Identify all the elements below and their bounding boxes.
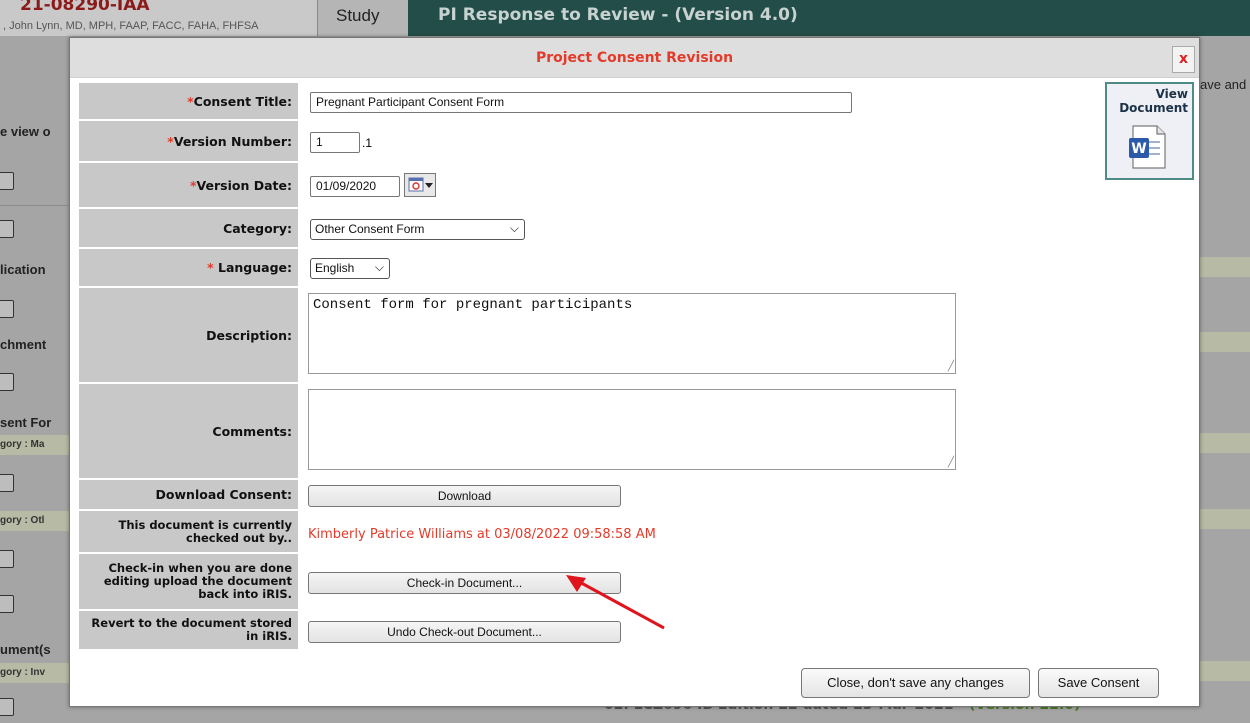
chevron-down-icon: ⌵ bbox=[374, 260, 384, 274]
page-header: PI Response to Review - (Version 4.0) bbox=[408, 0, 1250, 36]
close-without-saving-button[interactable]: Close, don't save any changes bbox=[801, 668, 1030, 698]
study-tab[interactable]: Study bbox=[318, 0, 408, 36]
category-selected: Other Consent Form bbox=[315, 222, 425, 236]
row-description: Description: Consent form for pregnant p… bbox=[79, 288, 1104, 384]
row-language: * Language: English ⌵ bbox=[79, 249, 1104, 288]
band bbox=[1200, 509, 1250, 529]
description-label: Description: bbox=[79, 288, 298, 384]
band bbox=[1200, 257, 1250, 277]
side-sublabel: gory : Ma bbox=[0, 439, 45, 450]
category-label: Category: bbox=[79, 209, 298, 249]
row-version-date: * Version Date: 01/09/2020 bbox=[79, 163, 1104, 209]
band bbox=[1200, 661, 1250, 681]
band bbox=[1200, 332, 1250, 352]
row-checkbox[interactable] bbox=[0, 373, 14, 391]
row-checkbox[interactable] bbox=[0, 220, 14, 238]
description-textarea[interactable]: Consent form for pregnant participants ╱ bbox=[308, 293, 956, 374]
dialog-title: Project Consent Revision bbox=[535, 50, 734, 66]
resize-grip-icon[interactable]: ╱ bbox=[948, 361, 954, 373]
checkin-label: Check-in when you are done editing uploa… bbox=[79, 554, 298, 611]
annotation-arrow bbox=[566, 575, 665, 630]
row-download: Download Consent: Download bbox=[79, 480, 1104, 511]
row-category: Category: Other Consent Form ⌵ bbox=[79, 209, 1104, 249]
save-consent-button[interactable]: Save Consent bbox=[1038, 668, 1159, 698]
study-id-box: 21-08290-IAA , John Lynn, MD, MPH, FAAP,… bbox=[0, 0, 318, 36]
row-checkbox[interactable] bbox=[0, 300, 14, 318]
row-comments: Comments: ╱ bbox=[79, 384, 1104, 480]
word-document-icon: W bbox=[1129, 125, 1166, 169]
revert-label: Revert to the document stored in iRIS. bbox=[79, 611, 298, 651]
version-number-input[interactable]: 1 bbox=[310, 132, 360, 153]
pi-name: , John Lynn, MD, MPH, FAAP, FACC, FAHA, … bbox=[3, 20, 259, 32]
study-id: 21-08290-IAA bbox=[20, 0, 150, 15]
version-date-input[interactable]: 01/09/2020 bbox=[310, 176, 400, 197]
language-label: * Language: bbox=[79, 249, 298, 288]
svg-text:W: W bbox=[1131, 141, 1146, 157]
page-header-title: PI Response to Review - (Version 4.0) bbox=[438, 5, 798, 25]
consent-title-label: * Consent Title: bbox=[79, 83, 298, 121]
checked-out-label: This document is currently checked out b… bbox=[79, 511, 298, 554]
divider bbox=[0, 205, 68, 206]
view-document-button[interactable]: View Document W bbox=[1105, 82, 1194, 180]
checked-out-by: Kimberly Patrice Williams at 03/08/2022 … bbox=[308, 527, 656, 542]
side-label: e view o bbox=[0, 124, 51, 139]
save-and-partial[interactable]: ave and bbox=[1200, 77, 1246, 92]
dialog-titlebar: Project Consent Revision x bbox=[70, 38, 1199, 78]
row-checkbox[interactable] bbox=[0, 595, 14, 613]
side-label: chment bbox=[0, 337, 47, 352]
row-checked-out: This document is currently checked out b… bbox=[79, 511, 1104, 554]
close-button[interactable]: x bbox=[1172, 46, 1195, 73]
row-checkbox[interactable] bbox=[0, 698, 14, 716]
description-text: Consent form for pregnant participants bbox=[313, 297, 633, 313]
comments-textarea[interactable]: ╱ bbox=[308, 389, 956, 470]
row-consent-title: * Consent Title: Pregnant Participant Con… bbox=[79, 83, 1104, 121]
side-sublabel: gory : Otl bbox=[0, 515, 45, 526]
version-number-label: * Version Number: bbox=[79, 121, 298, 163]
side-label: sent For bbox=[0, 415, 52, 430]
language-select[interactable]: English ⌵ bbox=[310, 258, 390, 279]
calendar-icon bbox=[408, 177, 433, 192]
calendar-button[interactable] bbox=[404, 173, 436, 197]
version-date-label: * Version Date: bbox=[79, 163, 298, 209]
version-number-suffix: .1 bbox=[362, 136, 373, 150]
consent-title-input[interactable]: Pregnant Participant Consent Form bbox=[310, 92, 852, 113]
view-document-label: View Document bbox=[1119, 87, 1188, 115]
row-version-number: * Version Number: 1 .1 bbox=[79, 121, 1104, 163]
row-checkbox[interactable] bbox=[0, 474, 14, 492]
language-selected: English bbox=[315, 261, 355, 275]
side-sublabel: gory : Inv bbox=[0, 667, 46, 678]
band bbox=[1200, 433, 1250, 453]
category-select[interactable]: Other Consent Form ⌵ bbox=[310, 219, 525, 240]
resize-grip-icon[interactable]: ╱ bbox=[948, 457, 954, 469]
side-label: ument(s bbox=[0, 642, 51, 657]
row-checkbox[interactable] bbox=[0, 172, 14, 190]
side-label: lication bbox=[0, 262, 46, 277]
download-button[interactable]: Download bbox=[308, 485, 621, 507]
chevron-down-icon: ⌵ bbox=[509, 221, 519, 235]
download-consent-label: Download Consent: bbox=[79, 480, 298, 511]
comments-label: Comments: bbox=[79, 384, 298, 480]
row-checkbox[interactable] bbox=[0, 550, 14, 568]
